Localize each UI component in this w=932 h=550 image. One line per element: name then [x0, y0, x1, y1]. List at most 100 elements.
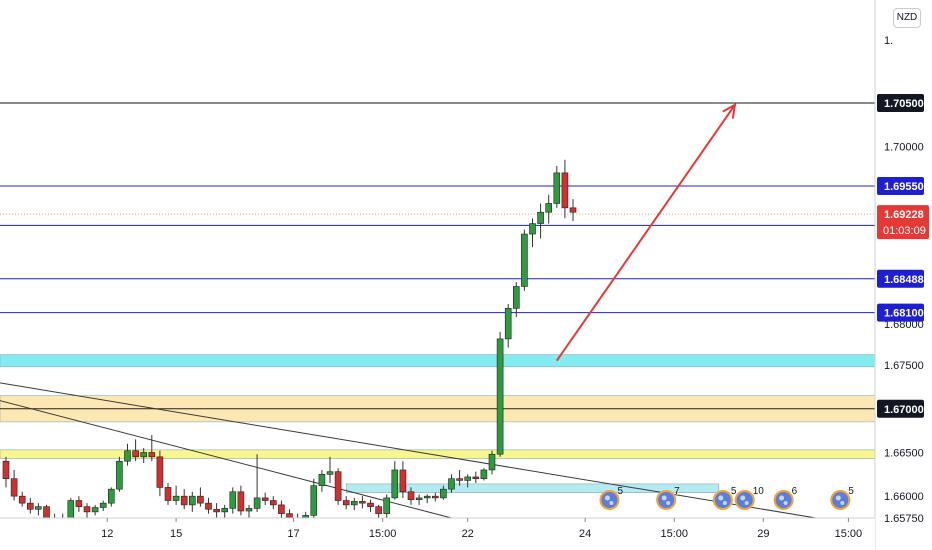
candle-body	[205, 502, 212, 510]
event-marker-dot	[661, 495, 667, 501]
candle-body	[448, 478, 455, 490]
candle-body	[253, 497, 261, 509]
price-tag-label: 1.68488	[884, 274, 924, 286]
candle-body	[156, 456, 164, 488]
event-marker-dot	[722, 501, 727, 505]
time-tick-label: 15:00	[369, 528, 397, 540]
price-axis[interactable]: 1.700001.675001.665001.660001.1.680001.6…	[874, 0, 932, 550]
candle-body	[415, 497, 423, 500]
horizontal-line-layer	[0, 102, 875, 314]
candle-body	[229, 491, 237, 509]
candle-body	[375, 506, 382, 514]
time-tick-label: 22	[462, 528, 474, 540]
time-tick-label: 24	[579, 528, 591, 540]
event-count: 5	[617, 486, 623, 497]
zone-rect-0	[0, 354, 876, 368]
time-tick-label: 12	[101, 528, 113, 540]
candle-body	[423, 495, 431, 499]
time-tick-label: 17	[287, 528, 299, 540]
event-marker-dot	[666, 501, 671, 505]
event-marker-dot	[779, 495, 785, 501]
price-tag-label: 1.67000	[884, 404, 924, 416]
candle-body	[221, 508, 228, 513]
zone-layer	[0, 354, 876, 493]
event-marker-dot	[835, 495, 841, 501]
event-marker-dot	[783, 501, 788, 505]
time-tick-label: 15	[170, 528, 182, 540]
candle-body	[391, 469, 399, 499]
candle-body	[245, 508, 253, 512]
event-count: 10	[753, 486, 765, 497]
event-marker	[830, 490, 851, 510]
candle-body	[472, 476, 480, 479]
price-tick-label: 1.67500	[884, 360, 924, 372]
event-marker	[656, 490, 677, 510]
candle-body	[269, 500, 277, 506]
event-marker	[773, 490, 794, 510]
candle-body	[399, 469, 407, 493]
candle-body	[197, 495, 204, 504]
candle-body	[310, 485, 318, 516]
candle-body	[278, 504, 285, 514]
candle-body	[261, 497, 269, 501]
candle-body	[496, 338, 504, 455]
candle-body	[359, 501, 366, 504]
candle-body	[148, 452, 156, 458]
zone-rect-2	[0, 449, 876, 459]
event-marker	[734, 490, 755, 510]
event-count: 6	[792, 486, 798, 497]
arrow-shaft	[555, 104, 736, 362]
candle-body	[213, 508, 220, 513]
event-marker-dot	[604, 495, 610, 501]
candle-body	[537, 211, 544, 224]
candle-body	[164, 487, 172, 501]
event-marker	[712, 490, 733, 510]
candle-body	[569, 207, 577, 213]
price-tick-label: 1.66000	[884, 491, 924, 503]
event-marker-dot	[609, 501, 614, 505]
candle-body	[334, 471, 342, 501]
candle-body	[108, 488, 115, 504]
candle-body	[140, 452, 147, 458]
candle-body	[326, 471, 334, 475]
price-chart[interactable]: 5 7 5 10 6 5 1.700001.675001.665001.660001.1.…	[0, 0, 932, 550]
current-price-label: 1.69228	[884, 209, 924, 221]
time-axis[interactable]: 12 15 17 15:00 22 24 15:00 29 15:00	[0, 517, 875, 550]
candle-body	[35, 506, 42, 510]
price-tag-label: 1.70500	[884, 98, 924, 110]
candle-body	[342, 500, 350, 506]
price-tag-label: 1.69550	[884, 181, 924, 193]
candle-body	[504, 308, 512, 340]
event-count: 7	[674, 486, 680, 497]
candle-body	[431, 495, 439, 499]
candle-body	[172, 495, 180, 501]
price-tick-label: 1.66500	[884, 447, 924, 459]
event-marker-dot	[718, 495, 724, 501]
candle-body	[521, 233, 528, 287]
candle-body	[488, 453, 496, 471]
candle-body	[529, 223, 536, 235]
candle-body	[124, 450, 131, 462]
candle-body	[91, 507, 99, 513]
countdown-label: 01:03:09	[883, 225, 926, 237]
time-tick-label: 15:00	[660, 528, 688, 540]
candle-body	[99, 502, 107, 508]
candle-body	[383, 497, 391, 514]
candle-body	[43, 506, 50, 519]
candle-body	[350, 501, 358, 506]
event-marker	[599, 490, 620, 510]
candle-body	[67, 500, 75, 519]
price-tick-label: 1.70000	[884, 142, 924, 154]
candle-body	[407, 491, 415, 500]
event-marker-dot	[740, 495, 746, 501]
candle-body	[189, 495, 196, 506]
candle-body	[561, 172, 569, 209]
arrow-layer	[555, 102, 737, 362]
currency-badge[interactable]: NZD	[893, 8, 921, 28]
event-marker-dot	[840, 501, 845, 505]
price-tick-label: 1.65750	[884, 513, 924, 525]
candle-body	[367, 502, 374, 507]
candle-body	[464, 476, 472, 481]
candle-body	[318, 474, 326, 486]
candle-body	[10, 478, 18, 497]
